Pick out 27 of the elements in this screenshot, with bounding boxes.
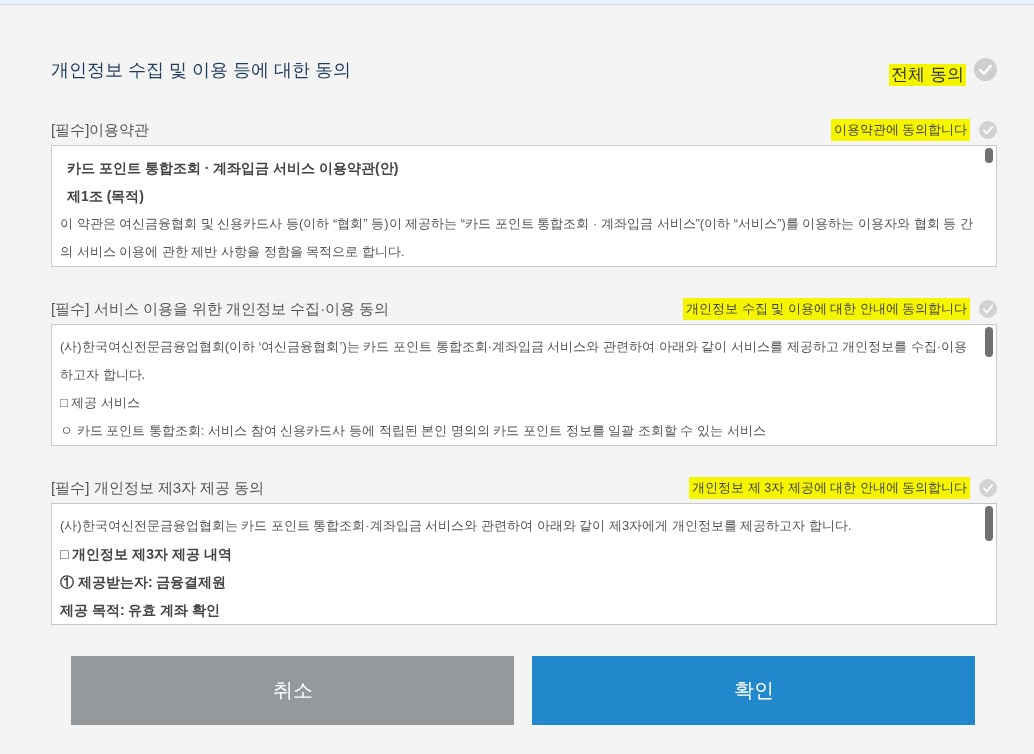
agree-label: 이용약관에 동의합니다: [830, 119, 970, 141]
section-title: [필수]이용약관: [51, 120, 150, 140]
section-title: [필수] 서비스 이용을 위한 개인정보 수집·이용 동의: [51, 299, 390, 319]
check-circle-icon[interactable]: [979, 479, 997, 497]
agree-label: 개인정보 제 3자 제공에 대한 안내에 동의합니다: [689, 477, 970, 499]
document-title: 카드 포인트 통합조회 · 계좌입금 서비스 이용약관(안): [66, 159, 400, 178]
scrollbar-thumb[interactable]: [985, 506, 993, 541]
check-circle-icon[interactable]: [979, 300, 997, 318]
scrollbar-thumb[interactable]: [985, 148, 993, 163]
scrollbar-thumb[interactable]: [985, 327, 993, 357]
check-circle-icon[interactable]: [974, 58, 997, 81]
section-heading: □ 개인정보 제3자 제공 내역: [60, 545, 233, 564]
paragraph: (사)한국여신전문금융업협회(이하 ‘여신금융협회’)는 카드 포인트 통합조회·계좌입금 서비스와 관련하여 아래와 같이 서비스를 제공하고 개인정보를 수집·이용하고자 합니다.: [60, 338, 969, 384]
paragraph: ㅇ 카드 포인트 통합조회: 서비스 참여 신용카드사 등에 적립된 본인 명의의 카드 포인트 정보를 일괄 조회할 수 있는 서비스: [60, 422, 767, 440]
document-title: 제1조 (목적): [66, 187, 145, 206]
check-circle-icon[interactable]: [979, 121, 997, 139]
confirm-button[interactable]: 확인: [532, 656, 975, 725]
paragraph: (사)한국여신전문금융업협회는 카드 포인트 통합조회·계좌입금 서비스와 관련하여 아래와 같이 제3자에게 개인정보를 제공하고자 합니다.: [60, 517, 853, 535]
agree-label: 개인정보 수집 및 이용에 대한 안내에 동의합니다: [683, 298, 970, 320]
agree-all-label: 전체 동의: [889, 64, 966, 86]
paragraph: □ 제공 서비스: [60, 394, 142, 412]
paragraph: 이 약관은 여신금융협회 및 신용카드사 등(이하 “협회” 등)이 제공하는 “카드 포인트 통합조회 · 계좌입금 서비스”(이하 “서비스”)를 이용하는 이용자와 협회 등 간의 서비스 이용에 관한 제반 사항을 정함을 목적으로 합니다.: [60, 215, 974, 261]
cancel-button[interactable]: 취소: [71, 656, 514, 725]
page-title: 개인정보 수집 및 이용 등에 대한 동의: [51, 59, 351, 82]
section-heading: 제공 목적: 유효 계좌 확인: [60, 601, 222, 620]
section-heading: ① 제공받는자: 금융결제원: [60, 573, 228, 592]
section-title: [필수] 개인정보 제3자 제공 동의: [51, 478, 265, 498]
